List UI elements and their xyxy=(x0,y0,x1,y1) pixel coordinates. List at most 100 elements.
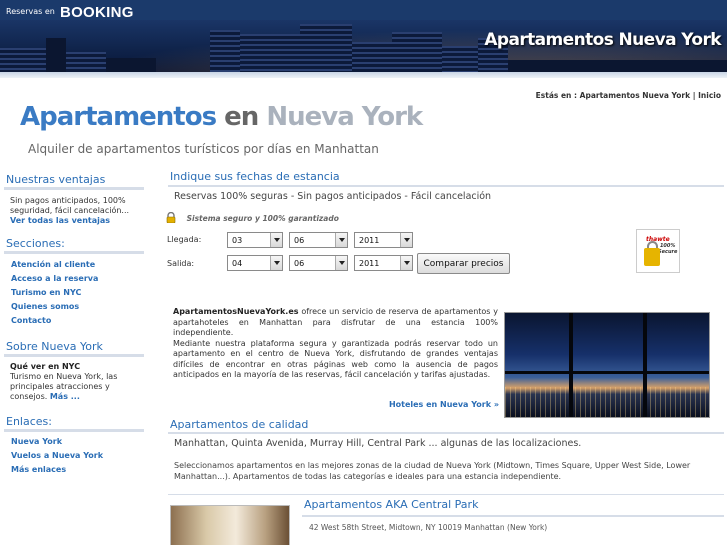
sidebar-item-atencion[interactable]: Atención al cliente xyxy=(11,258,98,272)
window-frame xyxy=(643,313,647,417)
breadcrumb-prefix: Estás en : xyxy=(535,91,578,100)
checkout-label: Salida: xyxy=(167,259,195,268)
skyline-building xyxy=(508,60,727,72)
checkout-month-select[interactable]: 06 xyxy=(289,255,348,271)
calidad-heading: Apartamentos de calidad xyxy=(170,418,309,431)
skyline-building xyxy=(210,30,240,72)
search-tagline: Reservas 100% seguras - Sin pagos antici… xyxy=(174,191,492,202)
sidebar-heading-enlaces: Enlaces: xyxy=(6,415,52,428)
window-sill xyxy=(505,371,709,374)
sidebar-item-vuelos[interactable]: Vuelos a Nueva York xyxy=(11,449,103,463)
booking-brand: BOOKING xyxy=(59,4,134,21)
hotel-divider xyxy=(302,515,724,517)
sidebar-ventajas-link[interactable]: Ver todas las ventajas xyxy=(10,216,110,225)
booking-logo-link[interactable]: Reservas en BOOKING xyxy=(6,2,134,21)
hotel-thumbnail[interactable] xyxy=(170,505,290,545)
skyline-building xyxy=(106,58,156,72)
sidebar-secciones-list: Atención al cliente Acceso a la reserva … xyxy=(11,258,98,328)
checkout-day-value: 04 xyxy=(232,259,243,268)
banner-underline xyxy=(0,72,727,78)
intro-text: ApartamentosNuevaYork.es ofrece un servi… xyxy=(173,307,498,381)
section-divider xyxy=(168,185,724,187)
thawte-secure-text: 100% Secure xyxy=(658,243,677,255)
sidebar-heading-secciones: Secciones: xyxy=(6,237,65,250)
calidad-line-2: Seleccionamos apartamentos en las mejore… xyxy=(174,461,691,470)
hotel-address: 42 West 58th Street, Midtown, NY 10019 M… xyxy=(309,523,548,532)
checkin-day-select[interactable]: 03 xyxy=(227,232,283,248)
city-lights xyxy=(505,387,709,417)
checkout-day-select[interactable]: 04 xyxy=(227,255,283,271)
checkout-year-value: 2011 xyxy=(359,259,380,268)
sidebar-sobre-bold: Qué ver en NYC xyxy=(10,362,81,371)
sidebar-heading-sobre: Sobre Nueva York xyxy=(6,340,103,353)
manhattan-view-photo xyxy=(504,312,710,418)
sidebar-ventajas-block: Sin pagos anticipados, 100% seguridad, f… xyxy=(10,196,138,226)
checkin-label: Llegada: xyxy=(167,235,202,244)
skyline-building xyxy=(66,52,106,72)
breadcrumb: Estás en : Apartamentos Nueva York | Ini… xyxy=(536,91,721,100)
sidebar-heading-ventajas: Nuestras ventajas xyxy=(6,173,106,186)
sidebar-item-quienes[interactable]: Quienes somos xyxy=(11,300,98,314)
skyline-building xyxy=(442,46,478,72)
sidebar-sobre-block: Qué ver en NYC Turismo en Nueva York, la… xyxy=(10,362,138,402)
search-heading: Indique sus fechas de estancia xyxy=(170,170,340,183)
sidebar-item-mas-enlaces[interactable]: Más enlaces xyxy=(11,463,103,477)
breadcrumb-current[interactable]: Apartamentos Nueva York xyxy=(580,91,690,100)
page-title-part-2: en xyxy=(224,102,259,132)
sidebar-divider xyxy=(4,429,144,432)
sidebar-enlaces-list: Nueva York Vuelos a Nueva York Más enlac… xyxy=(11,435,103,477)
checkout-year-select[interactable]: 2011 xyxy=(354,255,413,271)
chevron-down-icon xyxy=(270,233,282,247)
thawte-line-2: Secure xyxy=(658,249,678,255)
checkin-month-value: 06 xyxy=(294,236,305,245)
window-frame xyxy=(569,313,573,417)
chevron-down-icon xyxy=(335,233,347,247)
sidebar-ventajas-text: Sin pagos anticipados, 100% seguridad, f… xyxy=(10,196,130,215)
sidebar-sobre-link[interactable]: Más ... xyxy=(50,392,80,401)
secure-note-text: Sistema seguro y 100% garantizado xyxy=(186,214,339,223)
hotel-title-link[interactable]: Apartamentos AKA Central Park xyxy=(304,498,478,511)
chevron-down-icon xyxy=(335,256,347,270)
skyline-building xyxy=(352,42,392,72)
page-subtitle: Alquiler de apartamentos turísticos por … xyxy=(28,142,379,156)
checkin-year-value: 2011 xyxy=(359,236,380,245)
skyline-building xyxy=(46,38,66,72)
calidad-line-3: Manhattan...). Apartamentos de todas las… xyxy=(174,472,562,481)
intro-brand: ApartamentosNuevaYork.es xyxy=(173,307,299,316)
page-title: Apartamentos en Nueva York xyxy=(20,102,423,132)
checkin-day-value: 03 xyxy=(232,236,243,245)
sidebar-item-turismo[interactable]: Turismo en NYC xyxy=(11,286,98,300)
header-banner: Apartamentos Nueva York xyxy=(0,20,727,72)
secure-note: Sistema seguro y 100% garantizado xyxy=(166,212,339,223)
sidebar-item-nueva-york[interactable]: Nueva York xyxy=(11,435,103,449)
calidad-line-1: Manhattan, Quinta Avenida, Murray Hill, … xyxy=(174,438,582,449)
page-title-part-3: Nueva York xyxy=(266,102,423,132)
sidebar-item-acceso[interactable]: Acceso a la reserva xyxy=(11,272,98,286)
chevron-down-icon xyxy=(400,256,412,270)
padlock-icon xyxy=(644,248,660,266)
checkin-month-select[interactable]: 06 xyxy=(289,232,348,248)
chevron-down-icon xyxy=(270,256,282,270)
page-root: Reservas en BOOKING Apartamentos Nueva Y… xyxy=(0,0,727,545)
sidebar-divider xyxy=(4,251,144,254)
intro-paragraph-2: Mediante nuestra plataforma segura y gar… xyxy=(173,338,498,380)
banner-title: Apartamentos Nueva York xyxy=(484,30,721,50)
skyline-building xyxy=(240,34,300,72)
hoteles-nueva-york-link[interactable]: Hoteles en Nueva York » xyxy=(389,400,499,409)
breadcrumb-separator: | xyxy=(692,91,696,100)
booking-prefix: Reservas en xyxy=(6,7,55,16)
breadcrumb-home[interactable]: Inicio xyxy=(698,91,721,100)
sidebar-divider xyxy=(4,354,144,357)
top-bar: Reservas en BOOKING xyxy=(0,0,727,21)
checkout-month-value: 06 xyxy=(294,259,305,268)
skyline-building xyxy=(0,48,46,72)
chevron-down-icon xyxy=(400,233,412,247)
sidebar-divider xyxy=(4,187,144,190)
skyline-building xyxy=(392,32,442,72)
thawte-secure-badge: thawte 100% Secure xyxy=(636,229,680,273)
sidebar-item-contacto[interactable]: Contacto xyxy=(11,314,98,328)
section-divider xyxy=(168,432,724,434)
compare-prices-button[interactable]: Comparar precios xyxy=(417,253,510,274)
checkin-year-select[interactable]: 2011 xyxy=(354,232,413,248)
page-title-part-1: Apartamentos xyxy=(20,102,217,132)
